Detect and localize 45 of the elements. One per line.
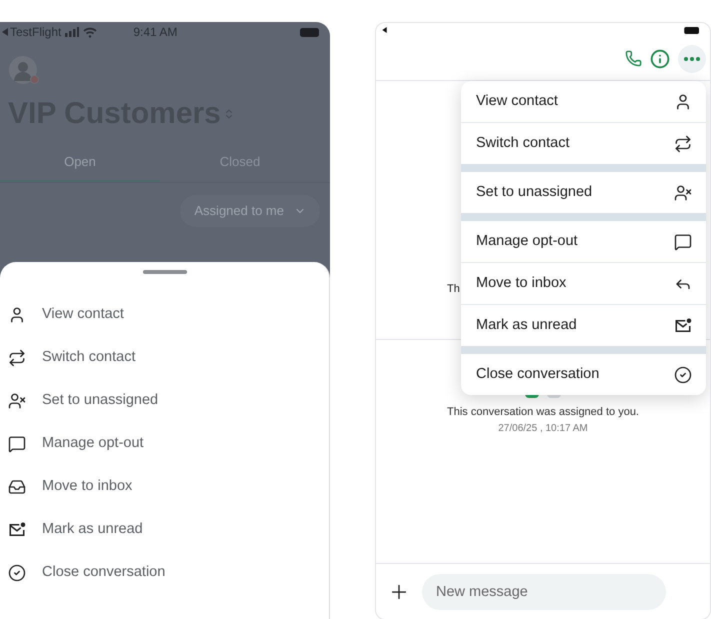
more-button[interactable] [678,44,706,72]
battery-icon [684,26,700,34]
status-time: 9:41 AM [133,24,178,41]
battery-icon [300,28,320,36]
sheet-menu-item[interactable]: Close conversation [0,551,329,594]
status-badge-icon [30,75,39,84]
event-time: 27/06/25 , 10:17 AM [498,422,588,436]
check-circle-icon [8,564,26,582]
signal-icon [65,27,80,37]
person-x-icon [8,392,26,410]
menu-item[interactable]: Set to unassigned [461,172,706,213]
event-text: This conversation was assigned to you. [447,405,639,420]
menu-item[interactable]: Switch contact [461,123,706,164]
sheet-menu-item[interactable]: Mark as unread [0,508,329,551]
sheet-menu-item[interactable]: Set to unassigned [0,379,329,422]
sheet-handle[interactable] [142,270,186,274]
message-input[interactable]: New message [422,574,666,610]
sheet-menu-item[interactable]: Manage opt-out [0,422,329,465]
mail-dot-icon [674,316,692,334]
chat-bubble-icon [674,232,692,250]
menu-item[interactable]: Close conversation [461,354,706,395]
sheet-menu-item[interactable]: View contact [0,293,329,336]
avatar-icon [9,56,37,84]
phone-icon[interactable] [625,50,642,67]
person-x-icon [674,184,692,202]
menu-item[interactable]: Mark as unread [461,305,706,346]
menu-item[interactable]: Manage opt-out [461,221,706,262]
person-icon [8,306,26,324]
more-icon [684,56,700,60]
sheet-menu-item[interactable]: Switch contact [0,336,329,379]
chat-bubble-icon [8,434,26,452]
sheet-menu-item[interactable]: Move to inbox [0,465,329,508]
person-icon [674,92,692,110]
check-circle-icon [674,366,692,384]
menu-item[interactable]: Move to inbox [461,263,706,304]
switch-arrows-icon [674,134,692,152]
back-triangle-icon [2,28,8,36]
info-icon[interactable] [650,48,670,68]
menu-item[interactable]: View contact [461,81,706,122]
back-triangle-icon [382,27,387,33]
inbox-icon [8,478,26,496]
wifi-icon [83,26,98,38]
switch-arrows-icon [8,348,26,366]
mail-dot-icon [8,520,26,538]
message-text: Th [447,282,460,296]
